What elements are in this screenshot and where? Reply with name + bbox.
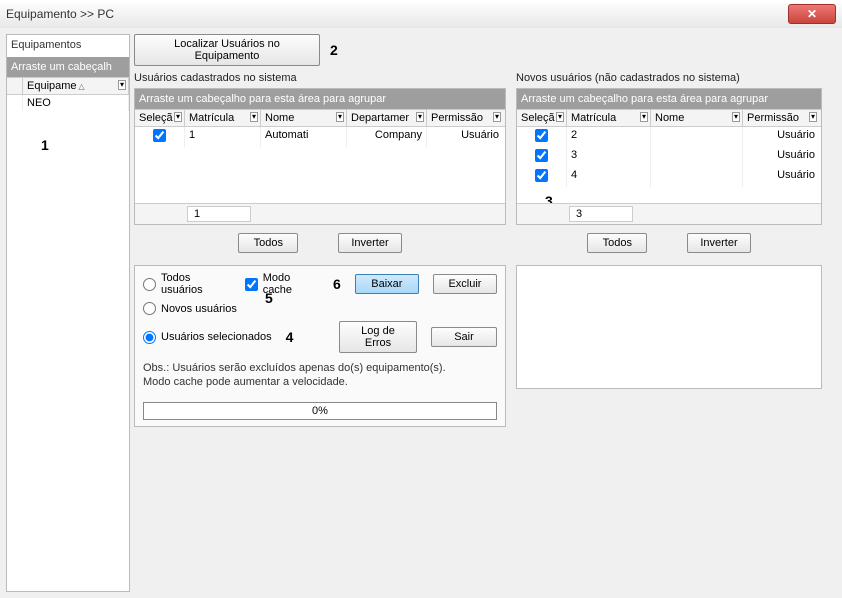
left-invert-button[interactable]: Inverter [338, 233, 401, 253]
cell-perm: Usuário [743, 127, 819, 147]
filter-icon[interactable]: ▾ [336, 112, 344, 122]
sidebar-row-name[interactable]: NEO [23, 95, 129, 111]
annotation-3: 3 [545, 193, 553, 203]
cell-dept: Company [347, 127, 427, 147]
left-col-selecao[interactable]: Seleçã ▾ [135, 110, 185, 126]
log-erros-button[interactable]: Log de Erros [339, 321, 417, 353]
right-all-button[interactable]: Todos [587, 233, 647, 253]
filter-icon[interactable]: ▾ [416, 112, 424, 122]
table-row[interactable]: 1 Automati Company Usuário [135, 127, 505, 147]
annotation-2: 2 [330, 42, 338, 58]
cell-matricula: 1 [185, 127, 261, 147]
close-button[interactable]: ✕ [788, 4, 836, 24]
sidebar-col-label: Equipame [27, 80, 77, 92]
log-area [516, 265, 822, 389]
filter-icon[interactable]: ▾ [174, 112, 182, 122]
filter-icon[interactable]: ▾ [118, 80, 126, 90]
note-line1: Obs.: Usuários serão excluídos apenas do… [143, 361, 497, 375]
row-select-checkbox[interactable] [535, 129, 548, 142]
sidebar-group-hint: Arraste um cabeçalh [7, 57, 129, 77]
right-invert-button[interactable]: Inverter [687, 233, 750, 253]
filter-icon[interactable]: ▾ [809, 112, 817, 122]
table-row[interactable]: 4 Usuário [517, 167, 821, 187]
excluir-button[interactable]: Excluir [433, 274, 497, 294]
radio-novos-usuarios[interactable]: Novos usuários [143, 302, 237, 315]
filter-icon[interactable]: ▾ [556, 112, 564, 122]
filter-icon[interactable]: ▾ [732, 112, 740, 122]
progress-text: 0% [312, 405, 328, 417]
cell-nome [651, 167, 743, 187]
cell-perm: Usuário [743, 147, 819, 167]
sair-button[interactable]: Sair [431, 327, 497, 347]
left-group-hint: Arraste um cabeçalho para esta área para… [135, 89, 505, 109]
left-col-matricula[interactable]: Matrícula ▾ [185, 110, 261, 126]
right-col-permissao[interactable]: Permissão ▾ [743, 110, 819, 126]
cell-nome [651, 127, 743, 147]
checkbox-modo-cache[interactable]: Modo cache [245, 272, 319, 296]
table-row[interactable]: 2 Usuário [517, 127, 821, 147]
sort-asc-icon: △ [79, 82, 85, 91]
close-icon: ✕ [807, 7, 817, 21]
cell-nome [651, 147, 743, 167]
row-select-checkbox[interactable] [535, 169, 548, 182]
right-table-title: Novos usuários (não cadastrados no siste… [516, 72, 822, 84]
cell-matricula: 4 [567, 167, 651, 187]
cell-perm: Usuário [743, 167, 819, 187]
progress-bar: 0% [143, 402, 497, 420]
right-col-matricula[interactable]: Matrícula ▾ [567, 110, 651, 126]
localizar-button[interactable]: Localizar Usuários no Equipamento [134, 34, 320, 66]
left-col-permissao[interactable]: Permissão ▾ [427, 110, 503, 126]
window-title: Equipamento >> PC [6, 7, 788, 21]
radio-usuarios-selecionados[interactable]: Usuários selecionados [143, 331, 272, 344]
right-col-nome[interactable]: Nome ▾ [651, 110, 743, 126]
right-col-selecao[interactable]: Seleçã ▾ [517, 110, 567, 126]
filter-icon[interactable]: ▾ [493, 112, 501, 122]
right-group-hint: Arraste um cabeçalho para esta área para… [517, 89, 821, 109]
table-row[interactable]: 3 Usuário [517, 147, 821, 167]
filter-icon[interactable]: ▾ [250, 112, 258, 122]
baixar-button[interactable]: Baixar [355, 274, 419, 294]
note-line2: Modo cache pode aumentar a velocidade. [143, 375, 497, 389]
row-select-checkbox[interactable] [535, 149, 548, 162]
cell-matricula: 3 [567, 147, 651, 167]
sidebar-title: Equipamentos [7, 35, 129, 57]
cell-matricula: 2 [567, 127, 651, 147]
left-col-nome[interactable]: Nome ▾ [261, 110, 347, 126]
row-select-checkbox[interactable] [153, 129, 166, 142]
annotation-6: 6 [333, 276, 341, 292]
sidebar-col-equipamento[interactable]: Equipame △ ▾ [23, 78, 129, 94]
annotation-5: 5 [265, 290, 273, 306]
left-count: 1 [187, 206, 251, 222]
left-table-title: Usuários cadastrados no sistema [134, 72, 506, 84]
cell-nome: Automati [261, 127, 347, 147]
radio-todos-usuarios[interactable]: Todos usuários [143, 272, 231, 296]
filter-icon[interactable]: ▾ [640, 112, 648, 122]
right-count: 3 [569, 206, 633, 222]
left-col-departamento[interactable]: Departamer ▾ [347, 110, 427, 126]
annotation-4: 4 [286, 329, 294, 345]
annotation-1: 1 [41, 137, 49, 153]
cell-perm: Usuário [427, 127, 503, 147]
left-all-button[interactable]: Todos [238, 233, 298, 253]
